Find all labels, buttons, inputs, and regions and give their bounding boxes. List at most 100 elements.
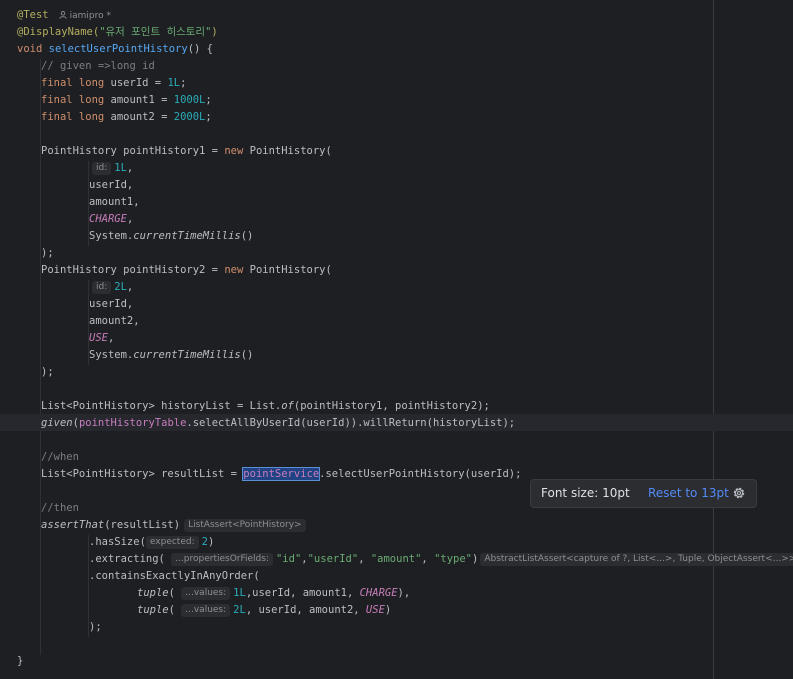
- static-method: tuple: [137, 587, 169, 599]
- code-token: .extracting(: [89, 553, 165, 565]
- code-token: PointHistory pointHistory1 =: [41, 145, 225, 157]
- keyword: final long: [41, 94, 105, 106]
- code-token: userId,: [89, 179, 134, 191]
- author-name: iamipro *: [69, 11, 111, 21]
- static-method: of: [281, 400, 294, 412]
- parameter-hint: ...propertiesOrFields:: [171, 553, 273, 566]
- code-line[interactable]: @DisplayName("유저 포인트 히스토리"): [17, 24, 218, 41]
- code-line[interactable]: //when: [41, 449, 79, 466]
- code-line[interactable]: final long amount1 = 1000L;: [41, 92, 212, 109]
- code-line[interactable]: List<PointHistory> resultList = pointSer…: [41, 466, 521, 483]
- code-line[interactable]: amount1,: [89, 194, 140, 211]
- static-method: currentTimeMillis: [133, 349, 241, 361]
- enum-constant: USE: [89, 332, 108, 344]
- code-line[interactable]: CHARGE,: [89, 211, 133, 228]
- code-line[interactable]: USE,: [89, 330, 114, 347]
- string-literal: "id": [275, 553, 302, 565]
- code-token: }: [17, 655, 24, 667]
- code-line[interactable]: assertThat(resultList) ListAssert<PointHi…: [41, 517, 309, 534]
- code-token: ;: [205, 111, 212, 123]
- code-token: ;: [205, 94, 212, 106]
- code-line[interactable]: }: [17, 653, 23, 670]
- gear-icon[interactable]: [731, 485, 747, 501]
- code-line[interactable]: void selectUserPointHistory() {: [17, 41, 213, 58]
- code-line[interactable]: userId,: [89, 177, 133, 194]
- code-line[interactable]: tuple( ...values: 1L,userId, amount1, CHA…: [137, 585, 410, 602]
- code-token: System.: [89, 230, 134, 242]
- code-line[interactable]: amount2,: [89, 313, 140, 330]
- number-literal: 1L: [114, 162, 127, 174]
- field-reference[interactable]: pointHistoryTable: [79, 417, 186, 429]
- code-line[interactable]: System.currentTimeMillis(): [89, 347, 253, 364]
- code-line[interactable]: final long userId = 1L;: [41, 75, 186, 92]
- code-line[interactable]: );: [41, 245, 54, 262]
- code-token: ,: [358, 553, 371, 565]
- code-line[interactable]: .containsExactlyInAnyOrder(: [89, 568, 260, 585]
- code-line[interactable]: @Test iamipro *: [17, 7, 111, 24]
- comment: //when: [41, 451, 79, 463]
- reset-font-size-link[interactable]: Reset to 13pt: [648, 486, 729, 500]
- code-line[interactable]: );: [41, 364, 54, 381]
- code-token: (): [240, 230, 254, 242]
- static-method: given: [41, 417, 73, 429]
- code-token: userId =: [104, 77, 168, 89]
- code-editor[interactable]: @Test iamipro * @DisplayName("유저 포인트 히스토리…: [0, 0, 793, 679]
- code-line[interactable]: .extracting( ...propertiesOrFields: "id",…: [89, 551, 793, 568]
- person-icon: [58, 11, 67, 19]
- code-token: .containsExactlyInAnyOrder(: [89, 570, 260, 582]
- parameter-hint: expected:: [145, 536, 199, 549]
- code-line[interactable]: //then: [41, 500, 79, 517]
- number-literal: 1L: [233, 587, 246, 599]
- code-token: amount1 =: [104, 94, 174, 106]
- parameter-hint: ...values:: [181, 587, 231, 600]
- code-token: ): [211, 26, 218, 38]
- enum-constant: CHARGE: [89, 213, 127, 225]
- code-line[interactable]: );: [89, 619, 102, 636]
- author-hint[interactable]: iamipro *: [58, 11, 111, 21]
- string-literal: "amount": [370, 553, 422, 565]
- code-token: ): [207, 536, 215, 548]
- code-line[interactable]: userId,: [89, 296, 133, 313]
- comment: // given =>long id: [41, 60, 155, 72]
- code-token: (: [168, 587, 175, 599]
- displayname-string: "유저 포인트 히스토리": [99, 26, 212, 38]
- code-token: PointHistory(: [243, 264, 332, 276]
- code-token: userId,: [89, 298, 134, 310]
- number-literal: 1000L: [173, 94, 206, 106]
- code-line[interactable]: PointHistory pointHistory2 = new PointHi…: [41, 262, 332, 279]
- code-line[interactable]: tuple( ...values: 2L, userId, amount2, US…: [137, 602, 391, 619]
- selected-field-reference[interactable]: pointService: [242, 467, 321, 481]
- code-line[interactable]: System.currentTimeMillis(): [89, 228, 253, 245]
- number-literal: 1L: [167, 77, 181, 89]
- code-token: .selectUserPointHistory(userId);: [319, 468, 522, 480]
- code-token: ,: [107, 332, 115, 344]
- static-method: tuple: [137, 604, 169, 616]
- code-token: PointHistory(: [243, 145, 332, 157]
- code-line[interactable]: // given =>long id: [41, 58, 155, 75]
- number-literal: 2L: [233, 604, 246, 616]
- code-line[interactable]: id: 2L,: [92, 279, 133, 296]
- string-literal: "userId": [307, 553, 359, 565]
- parameter-hint: ...values:: [181, 604, 231, 617]
- code-line[interactable]: PointHistory pointHistory1 = new PointHi…: [41, 143, 332, 160]
- parameter-hint: id:: [92, 281, 112, 294]
- code-line[interactable]: final long amount2 = 2000L;: [41, 109, 212, 126]
- code-token: amount2 =: [104, 111, 174, 123]
- font-size-popup: Font size: 10pt Reset to 13pt: [530, 479, 757, 508]
- code-token: amount2,: [89, 315, 140, 327]
- code-token: ,userId, amount1,: [245, 587, 360, 599]
- code-line[interactable]: id: 1L,: [92, 160, 133, 177]
- code-token: () {: [187, 43, 213, 55]
- code-line[interactable]: List<PointHistory> historyList = List.of…: [41, 398, 490, 415]
- code-line-current[interactable]: given(pointHistoryTable.selectAllByUserI…: [41, 415, 515, 432]
- code-line[interactable]: .hasSize(expected: 2): [89, 534, 214, 551]
- keyword: final long: [41, 111, 105, 123]
- font-size-label: Font size: 10pt: [541, 486, 630, 500]
- right-margin-guide: [713, 0, 714, 679]
- code-token: ;: [180, 77, 187, 89]
- keyword: final long: [41, 77, 105, 89]
- code-token: ,: [421, 553, 435, 565]
- method-name[interactable]: selectUserPointHistory: [49, 43, 188, 55]
- comment: //then: [41, 502, 79, 514]
- code-token: (resultList): [104, 519, 181, 531]
